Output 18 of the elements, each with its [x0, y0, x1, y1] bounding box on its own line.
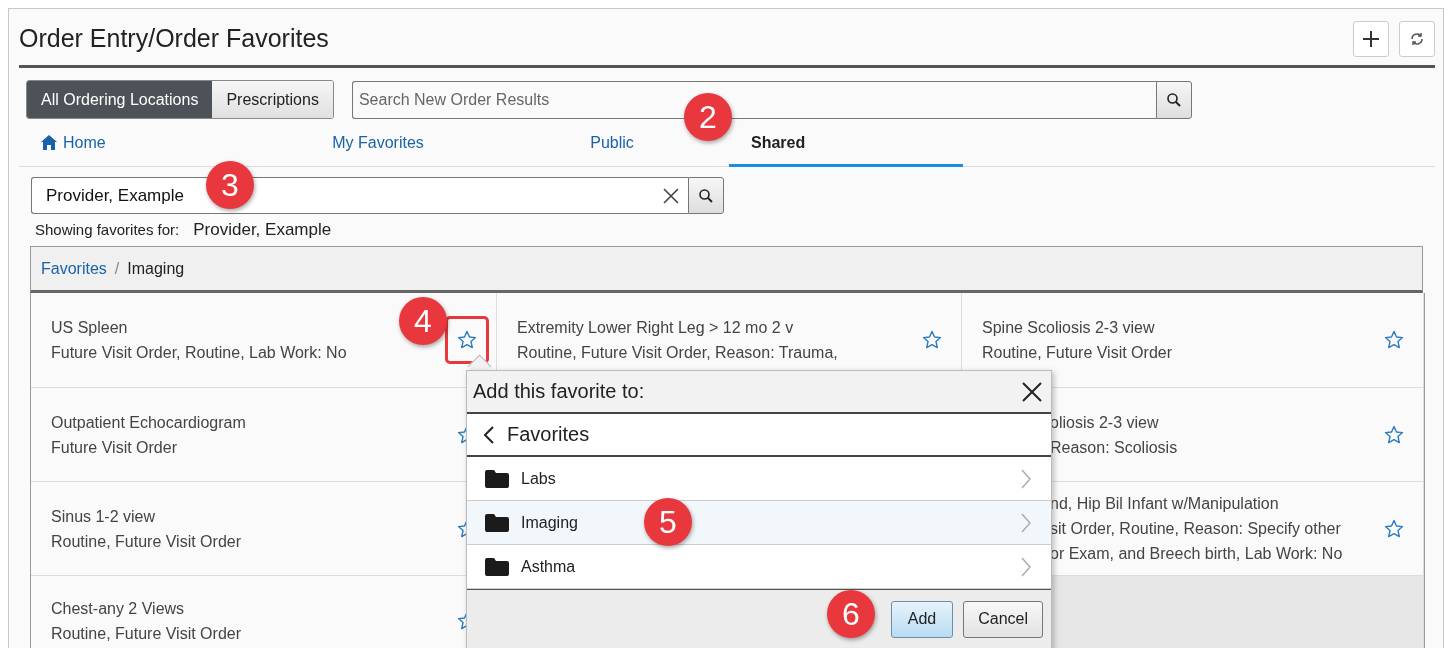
order-name: Spine Scoliosis 2-3 view	[982, 318, 1155, 338]
order-name: US Spleen	[51, 318, 128, 338]
order-name: oliosis 2-3 view	[1050, 412, 1159, 433]
order-name: Chest-any 2 Views	[51, 598, 185, 619]
breadcrumb-separator: /	[114, 259, 120, 278]
order-name: Sinus 1-2 view	[51, 506, 156, 527]
order-details: Routine, Future Visit Order	[51, 623, 241, 644]
order-name: Outpatient Echocardiogram	[51, 412, 246, 433]
order-details: Future Visit Order	[51, 437, 177, 458]
order-details: Routine, Future Visit Order	[51, 531, 241, 552]
panel-title: Order Entry/Order Favorites	[19, 22, 329, 53]
order-details: Routine, Future Visit Order, Reason: Trauma,	[517, 343, 838, 363]
provider-name: Provider, Example	[193, 220, 332, 240]
order-details: Routine, Future Visit Order	[982, 343, 1172, 363]
breadcrumb-current: Imaging	[127, 259, 185, 278]
order-name: Extremity Lower Right Leg > 12 mo 2 v	[517, 318, 794, 338]
order-details: Future Visit Order, Routine, Lab Work: No	[51, 343, 347, 363]
showing-label: Showing favorites for:	[35, 221, 180, 238]
